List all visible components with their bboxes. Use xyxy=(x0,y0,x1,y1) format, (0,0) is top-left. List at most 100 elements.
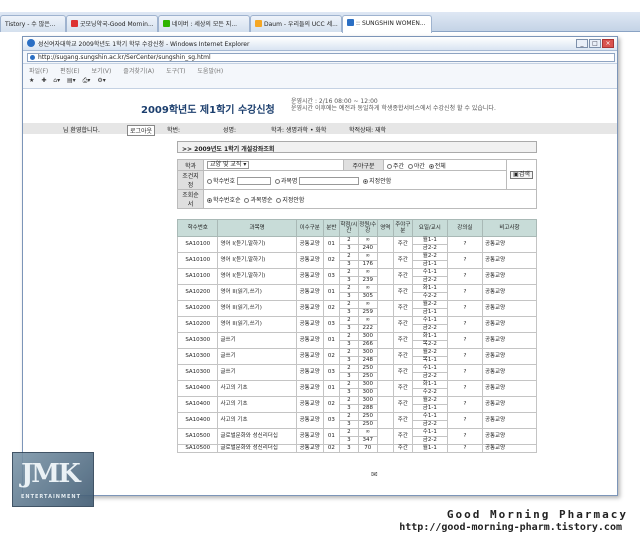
table-cell: ∞ xyxy=(357,236,378,245)
radio-label: 학수번호 xyxy=(213,177,236,185)
table-cell: 수1-1 xyxy=(411,268,448,277)
table-cell: 266 xyxy=(357,340,378,349)
table-cell: 248 xyxy=(357,356,378,365)
menu-edit[interactable]: 편집(E) xyxy=(60,68,80,75)
table-row: SA10400 사고의 기초 공통교양 01 2 300 주간 화1-1? 공통교양 xyxy=(176,380,538,397)
table-cell: 글쓰기 xyxy=(217,348,297,365)
home-icon[interactable]: ⌂▾ xyxy=(53,77,60,84)
table-cell: 영어 II(읽기,쓰기) xyxy=(217,284,297,301)
feeds-icon[interactable]: ▤▾ xyxy=(67,77,76,84)
all-radio[interactable] xyxy=(428,163,434,169)
table-cell: 공통교양 xyxy=(295,332,324,349)
radio-label: 학수번호순 xyxy=(213,196,241,204)
table-cell: 3 xyxy=(338,420,359,429)
column-header: 학수번호 xyxy=(176,219,219,237)
table-cell: 2 xyxy=(338,364,359,373)
table-cell: 목1-1 xyxy=(411,356,448,365)
table-cell: ? xyxy=(446,412,483,429)
table-cell: 목2-2 xyxy=(411,340,448,349)
table-cell: ? xyxy=(446,396,483,413)
table-cell: 3 xyxy=(338,324,359,333)
table-cell: 공통교양 xyxy=(295,412,324,429)
table-cell: SA10100 xyxy=(176,268,219,285)
table-cell: 글쓰기 xyxy=(217,364,297,381)
table-cell: 공통교양 xyxy=(481,300,538,317)
close-button[interactable]: × xyxy=(602,39,614,48)
page-content: 2009학년도 제1학기 수강신청 운영시간 : 2/16 08:00 ~ 12… xyxy=(23,91,617,495)
condition-course-no-radio[interactable] xyxy=(207,178,212,184)
table-cell: 월1-1 xyxy=(411,444,448,453)
table-cell: 70 xyxy=(357,444,378,453)
condition-course-name-radio[interactable] xyxy=(274,178,280,184)
table-cell: 사고의 기초 xyxy=(217,412,297,429)
search-form: 학과 교양 및 교직 ▾ 주야구분 주간 야간 전체 ▣검색 조건지정 학수번호… xyxy=(177,159,537,209)
tab-sungshin[interactable]: :: SUNGSHIN WOMEN... xyxy=(342,15,432,33)
maximize-button[interactable]: □ xyxy=(589,39,601,48)
table-cell: 222 xyxy=(357,324,378,333)
order-course-no-radio[interactable] xyxy=(207,197,212,203)
menu-bar: 파일(F) 편집(E) 보기(V) 즐겨찾기(A) 도구(T) 도움말(H) xyxy=(23,64,617,75)
table-cell: 300 xyxy=(357,348,378,357)
table-cell: 공통교양 xyxy=(295,380,324,397)
table-cell: 금1-1 xyxy=(411,260,448,269)
table-cell: 3 xyxy=(338,388,359,397)
table-cell: 월2-2 xyxy=(411,252,448,261)
radio-label: 과목명순 xyxy=(250,196,273,204)
table-cell: 3 xyxy=(338,340,359,349)
table-cell: SA10400 xyxy=(176,380,219,397)
table-row: SA10500 글로벌문화와 성신리더십 공통교양 02 3 70 주간 월1-1? 공통교양 xyxy=(176,444,538,453)
table-cell: 금2-2 xyxy=(411,244,448,253)
table-cell: 3 xyxy=(338,260,359,269)
condition-label: 조건지정 xyxy=(177,170,204,190)
menu-help[interactable]: 도움말(H) xyxy=(197,68,223,75)
table-row: SA10400 사고의 기초 공통교양 03 2 250 주간 수1-1? 공통교양 xyxy=(176,412,538,429)
table-row: SA10500 글로벌문화와 성신리더십 공통교양 01 2 ∞ 주간 수1-1? 공통교양 xyxy=(176,428,538,445)
print-icon[interactable]: ⎙▾ xyxy=(83,77,91,84)
tools-icon[interactable]: ⚙▾ xyxy=(97,77,105,84)
course-name-input[interactable] xyxy=(299,176,360,185)
column-header: 과목명 xyxy=(217,219,297,237)
tab-daum[interactable]: Daum - 우리들의 UCC 세... xyxy=(250,15,342,32)
table-cell: 주간 xyxy=(392,428,413,445)
menu-file[interactable]: 파일(F) xyxy=(29,68,48,75)
window-title: 성신여자대학교 2009학년도 1학기 학부 수강신청 - Windows In… xyxy=(38,41,250,48)
table-cell: SA10300 xyxy=(176,348,219,365)
menu-favorites[interactable]: 즐겨찾기(A) xyxy=(123,68,154,75)
tab-naver[interactable]: 네이버 : 세상의 모든 지... xyxy=(158,15,250,32)
table-cell: 240 xyxy=(357,244,378,253)
tab-tistory[interactable]: Tistory - 수 많은... xyxy=(0,15,66,32)
table-cell: SA10400 xyxy=(176,396,219,413)
order-none-radio[interactable] xyxy=(276,197,282,203)
table-cell: 주간 xyxy=(392,268,413,285)
radio-label: 지정안함 xyxy=(282,196,305,204)
menu-view[interactable]: 보기(V) xyxy=(92,68,112,75)
table-cell: 3 xyxy=(338,404,359,413)
dept-select[interactable]: 교양 및 교직 ▾ xyxy=(207,161,250,169)
search-button[interactable]: ▣검색 xyxy=(510,170,533,179)
table-cell xyxy=(376,316,394,333)
table-cell: 금2-2 xyxy=(411,420,448,429)
table-cell: 239 xyxy=(357,276,378,285)
minimize-button[interactable]: _ xyxy=(576,39,588,48)
tab-good-morning[interactable]: 굿모닝약국-Good Mornin... xyxy=(66,15,158,32)
command-bar: ★ ✚ ⌂▾ ▤▾ ⎙▾ ⚙▾ xyxy=(23,75,617,89)
table-cell: 공통교양 xyxy=(481,284,538,301)
table-cell xyxy=(376,252,394,269)
condition-none-radio[interactable] xyxy=(363,178,369,184)
table-cell xyxy=(376,236,394,253)
url-field[interactable]: http://sugang.sungshin.ac.kr/SerCenter/s… xyxy=(27,53,615,62)
table-cell: 03 xyxy=(322,316,340,333)
table-cell: ∞ xyxy=(357,252,378,261)
course-no-input[interactable] xyxy=(237,176,272,185)
night-radio[interactable] xyxy=(407,163,413,169)
add-favorites-icon[interactable]: ✚ xyxy=(41,77,46,84)
table-cell: 공통교양 xyxy=(295,300,324,317)
table-cell: ? xyxy=(446,300,483,317)
browser-tab-bar: Tistory - 수 많은... 굿모닝약국-Good Mornin... 네… xyxy=(0,12,640,33)
favorites-star-icon[interactable]: ★ xyxy=(29,77,34,84)
table-cell xyxy=(376,412,394,429)
order-course-name-radio[interactable] xyxy=(244,197,250,203)
menu-tools[interactable]: 도구(T) xyxy=(166,68,185,75)
day-radio[interactable] xyxy=(387,163,392,169)
logout-button[interactable]: 로그아웃 xyxy=(127,125,156,136)
